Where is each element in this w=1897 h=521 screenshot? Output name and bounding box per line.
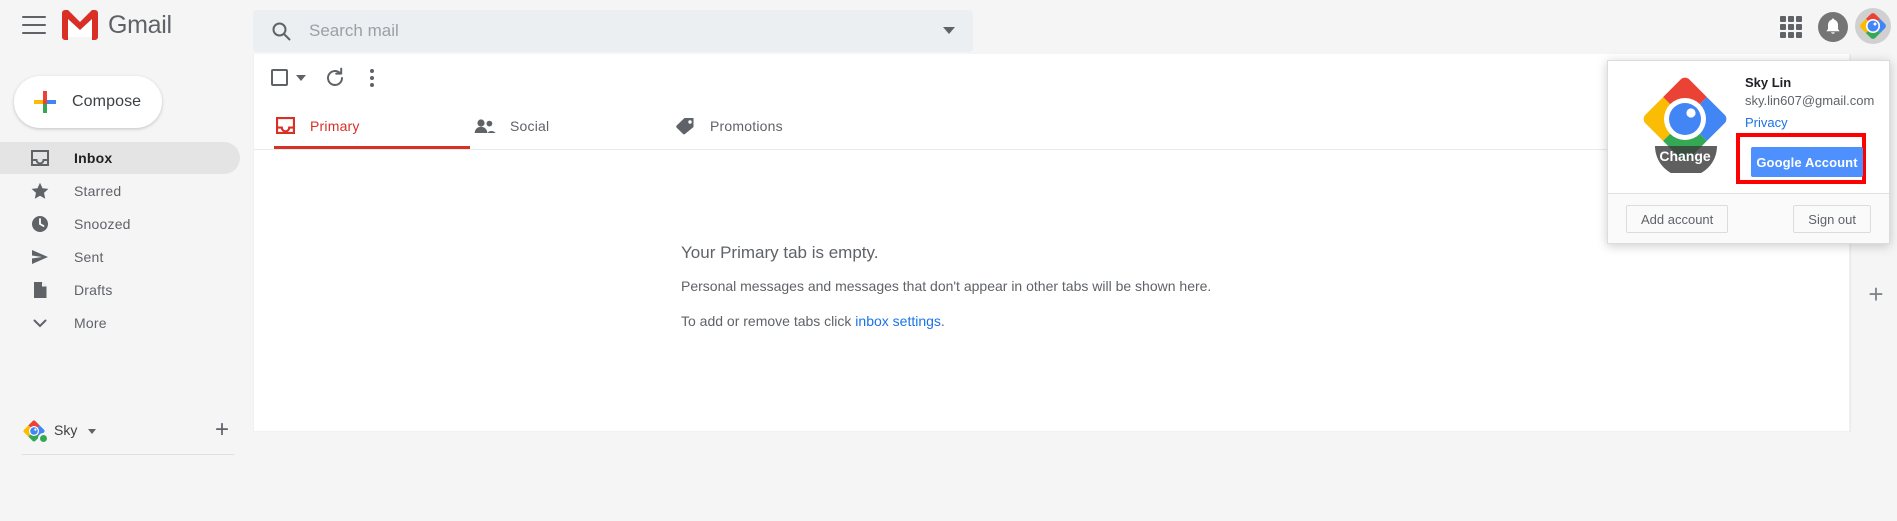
account-email: sky.lin607@gmail.com — [1745, 93, 1875, 108]
empty-state-title: Your Primary tab is empty. — [681, 243, 879, 262]
google-account-button[interactable]: Google Account — [1751, 147, 1863, 177]
active-tab-underline — [274, 146, 470, 149]
document-icon — [30, 280, 50, 300]
hangouts-user-name: Sky — [54, 422, 78, 438]
hangouts-panel: Sky + — [0, 409, 240, 453]
account-popup-footer: Add account Sign out — [1608, 193, 1889, 243]
avatar-change-label: Change — [1659, 148, 1711, 164]
search-options-chevron-down-icon[interactable] — [943, 27, 955, 34]
send-icon — [30, 247, 50, 267]
tab-label: Social — [510, 117, 550, 134]
google-apps-grid-icon[interactable] — [1778, 14, 1804, 40]
search-input[interactable] — [309, 10, 909, 52]
sidebar-item-more[interactable]: More — [0, 307, 240, 339]
sidebar-item-label: Inbox — [74, 150, 113, 166]
tab-social[interactable]: Social — [474, 101, 549, 150]
empty-state-description: Personal messages and messages that don'… — [681, 278, 1212, 294]
hangouts-add-plus-icon[interactable]: + — [210, 418, 234, 443]
user-avatar-button[interactable] — [1855, 8, 1891, 44]
inbox-settings-link[interactable]: inbox settings — [855, 313, 941, 329]
tab-promotions[interactable]: Promotions — [674, 101, 783, 150]
privacy-link[interactable]: Privacy — [1745, 115, 1788, 130]
star-icon — [30, 181, 50, 201]
refresh-icon[interactable] — [324, 67, 346, 89]
select-all-checkbox[interactable] — [271, 69, 288, 86]
tab-primary[interactable]: Primary — [274, 101, 360, 150]
sidebar-item-inbox[interactable]: Inbox — [0, 142, 240, 174]
hangouts-online-status-dot — [38, 433, 49, 444]
tab-label: Promotions — [710, 117, 783, 134]
addons-plus-icon[interactable]: + — [1865, 281, 1887, 307]
sidebar-item-snoozed[interactable]: Snoozed — [0, 208, 240, 240]
tab-label: Primary — [310, 117, 360, 134]
sign-out-button[interactable]: Sign out — [1793, 205, 1871, 233]
sidebar-item-label: Sent — [74, 249, 104, 265]
gmail-envelope-logo — [62, 10, 98, 40]
empty-state-settings-prefix: To add or remove tabs click — [681, 313, 856, 329]
tag-icon — [674, 115, 696, 137]
sidebar: Compose Inbox Starred Snoozed Sent Draft… — [0, 54, 253, 521]
account-popup-body: Change Sky Lin sky.lin607@gmail.com Priv… — [1608, 61, 1889, 193]
sidebar-item-label: More — [74, 315, 107, 331]
select-all-chevron-down-icon[interactable] — [296, 75, 306, 81]
account-popup: Change Sky Lin sky.lin607@gmail.com Priv… — [1607, 60, 1890, 244]
inbox-icon — [274, 115, 296, 137]
search-icon — [271, 21, 291, 41]
sidebar-item-sent[interactable]: Sent — [0, 241, 240, 273]
top-bar: Gmail — [0, 0, 1897, 54]
account-avatar-with-change-overlay[interactable]: Change — [1633, 73, 1738, 177]
sidebar-divider — [22, 454, 234, 455]
search-bar[interactable] — [253, 10, 973, 52]
hangouts-chevron-down-icon[interactable] — [88, 429, 96, 434]
google-account-button-highlight: Google Account — [1736, 133, 1866, 184]
inbox-icon — [30, 148, 50, 168]
notifications-bell-icon[interactable] — [1818, 12, 1848, 42]
add-account-button[interactable]: Add account — [1626, 205, 1729, 233]
sidebar-nav: Inbox Starred Snoozed Sent Drafts More — [0, 142, 240, 339]
empty-state-settings-line: To add or remove tabs click inbox settin… — [681, 313, 945, 329]
account-name: Sky Lin — [1745, 75, 1792, 90]
people-icon — [474, 115, 496, 137]
chevron-down-icon — [30, 313, 50, 333]
sidebar-item-label: Starred — [74, 183, 122, 199]
clock-icon — [30, 214, 50, 234]
hamburger-menu-icon[interactable] — [22, 16, 46, 36]
sidebar-item-drafts[interactable]: Drafts — [0, 274, 240, 306]
sidebar-item-starred[interactable]: Starred — [0, 175, 240, 207]
sidebar-item-label: Drafts — [74, 282, 113, 298]
plus-icon — [34, 91, 56, 113]
empty-state-settings-suffix: . — [940, 313, 945, 329]
toolbar-vertical-dots-icon[interactable] — [362, 66, 382, 90]
compose-label: Compose — [72, 93, 142, 110]
gmail-brand-text: Gmail — [108, 11, 172, 39]
sidebar-item-label: Snoozed — [74, 216, 131, 232]
gmail-app-window: Gmail Search mail Compose Inbox Starred … — [0, 0, 1897, 521]
compose-button[interactable]: Compose — [14, 76, 162, 128]
